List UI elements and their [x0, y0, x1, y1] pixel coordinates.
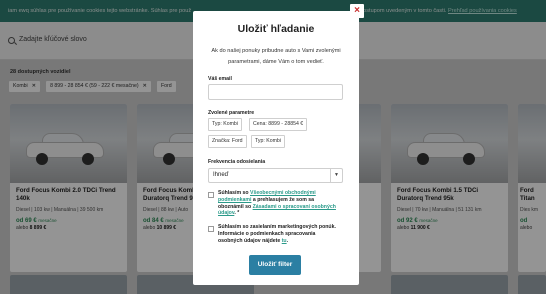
- frequency-value: Ihneď: [213, 172, 229, 178]
- param-chip: Cena: 8899 - 28854 €: [249, 118, 308, 131]
- param-chip: Značka: Ford: [208, 135, 247, 148]
- consent-text: . *: [234, 210, 240, 217]
- email-field[interactable]: [208, 84, 343, 100]
- modal-title: Uložiť hľadanie: [237, 23, 315, 35]
- close-icon[interactable]: ×: [350, 4, 364, 18]
- frequency-label: Frekvencia odosielania: [208, 159, 266, 165]
- modal-description: Ak do našej ponuky pribudne auto s Vami …: [211, 48, 341, 65]
- chevron-down-icon: ▼: [330, 169, 342, 182]
- consent-text: .: [286, 237, 289, 244]
- param-chip: Typ: Kombi: [208, 118, 242, 131]
- marketing-checkbox[interactable]: [208, 226, 214, 232]
- terms-consent-text: Súhlasím so Všeobecnými obchodnými podmi…: [218, 190, 340, 217]
- save-search-modal: Uložiť hľadanie Ak do našej ponuky pribu…: [193, 11, 359, 285]
- save-filter-button[interactable]: Uložiť filter: [249, 255, 301, 275]
- frequency-select[interactable]: Ihneď ▼: [208, 168, 343, 183]
- terms-checkbox[interactable]: [208, 192, 214, 198]
- consent-text: Súhlasím so zasielaním marketingových po…: [218, 224, 336, 244]
- email-label: Váš email: [208, 76, 232, 82]
- marketing-consent-text: Súhlasím so zasielaním marketingových po…: [218, 224, 340, 244]
- consent-text: Súhlasím so: [218, 190, 250, 196]
- params-label: Zvolené parametre: [208, 110, 255, 116]
- param-chip: Typ: Kombi: [251, 135, 285, 148]
